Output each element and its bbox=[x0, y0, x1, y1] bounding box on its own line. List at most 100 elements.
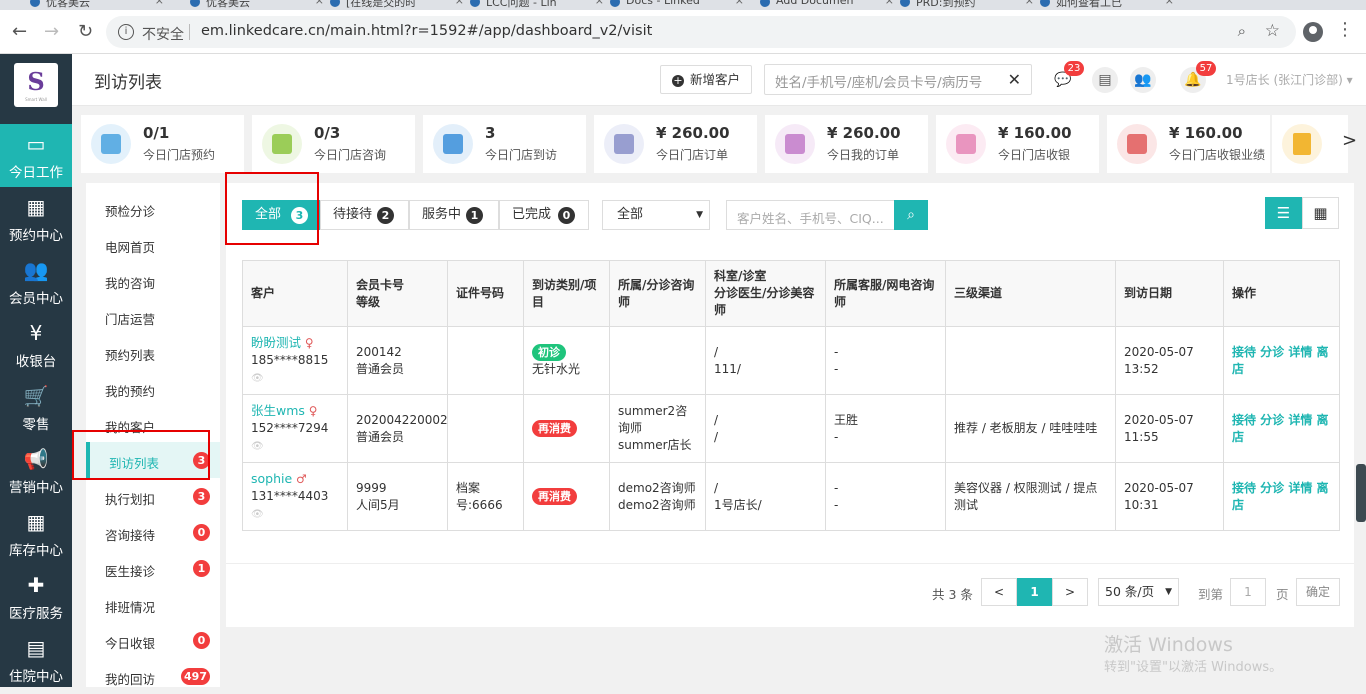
goto-confirm-button[interactable]: 确定 bbox=[1296, 578, 1340, 606]
browser-tab[interactable]: LCC问题 - Lin × bbox=[470, 0, 610, 10]
customer-name-link[interactable]: sophie bbox=[251, 471, 292, 486]
submenu-item[interactable]: 排班情况 bbox=[86, 586, 220, 622]
filter-tab[interactable]: 待接待 2 bbox=[320, 200, 409, 230]
eye-icon[interactable]: 👁 bbox=[251, 373, 264, 384]
submenu-item-label: 咨询接待 bbox=[105, 528, 156, 543]
submenu-item[interactable]: 执行划扣 3 bbox=[86, 478, 220, 514]
browser-tab[interactable]: 优客美云 × bbox=[190, 0, 330, 10]
page-size-select[interactable]: 50 条/页 ▼ bbox=[1098, 578, 1179, 606]
chat-icon[interactable]: 💬 23 bbox=[1050, 61, 1084, 93]
row-actions[interactable]: 接待 分诊 详情 离店 bbox=[1232, 481, 1329, 512]
address-bar[interactable]: i 不安全 em.linkedcare.cn/main.html?r=1592#… bbox=[106, 16, 1296, 48]
submenu-item[interactable]: 预检分诊 bbox=[86, 190, 220, 226]
submenu-item[interactable]: 门店运营 bbox=[86, 298, 220, 334]
sidebar-item-4[interactable]: 🛒 零售 bbox=[0, 376, 72, 439]
bookmark-star-icon[interactable]: ☆ bbox=[1265, 21, 1280, 41]
close-icon[interactable]: × bbox=[735, 0, 744, 7]
table-row[interactable]: 张生wms ♀ 152****7294 👁 202004220002 普通会员 再消费 su… bbox=[242, 394, 1340, 463]
profile-avatar[interactable] bbox=[1303, 22, 1323, 42]
submenu-item[interactable]: 我的预约 bbox=[86, 370, 220, 406]
close-icon[interactable]: × bbox=[315, 0, 324, 7]
back-icon[interactable]: ← bbox=[12, 22, 27, 42]
stat-card[interactable]: 0/3 今日门店咨询 bbox=[252, 115, 415, 173]
scrollbar-handle[interactable] bbox=[1356, 464, 1366, 522]
global-search-input[interactable]: 姓名/手机号/座机/会员卡号/病历号 ✕ bbox=[764, 64, 1032, 95]
browser-tab[interactable]: 如何查看工已 × bbox=[1040, 0, 1180, 10]
browser-tab[interactable]: 优客美云 × bbox=[30, 0, 170, 10]
close-icon[interactable]: × bbox=[155, 0, 164, 7]
browser-tab-title: 优客美云 bbox=[46, 0, 90, 9]
filter-tab[interactable]: 已完成 0 bbox=[499, 200, 589, 230]
submenu-item[interactable]: 医生接诊 1 bbox=[86, 550, 220, 586]
submenu-item[interactable]: 我的回访 497 bbox=[86, 658, 220, 694]
submenu-item[interactable]: 今日收银 0 bbox=[86, 622, 220, 658]
sidebar-item-3[interactable]: ¥ 收银台 bbox=[0, 313, 72, 376]
customer-search-input[interactable]: 客户姓名、手机号、CIQ... bbox=[726, 200, 894, 230]
next-page-button[interactable]: > bbox=[1052, 578, 1088, 606]
stat-card-partial[interactable] bbox=[1272, 115, 1348, 173]
search-button[interactable]: ⌕ bbox=[894, 200, 928, 230]
submenu-item[interactable]: 到访列表 3 bbox=[86, 442, 220, 478]
sidebar-item-6[interactable]: ▦ 库存中心 bbox=[0, 502, 72, 565]
sidebar-item-0[interactable]: ▭ 今日工作 bbox=[0, 124, 72, 187]
url-text[interactable]: em.linkedcare.cn/main.html?r=1592#/app/d… bbox=[201, 23, 652, 39]
member-level: 普通会员 bbox=[356, 361, 405, 376]
eye-icon[interactable]: 👁 bbox=[251, 441, 264, 452]
customer-name-link[interactable]: 盼盼测试 bbox=[251, 335, 301, 350]
zoom-icon[interactable]: ⌕ bbox=[1238, 22, 1246, 40]
forward-icon[interactable]: → bbox=[44, 22, 59, 42]
chrome-menu-icon[interactable]: ⋮ bbox=[1336, 20, 1354, 40]
stat-card[interactable]: ¥ 160.00 今日门店收银业绩 bbox=[1107, 115, 1270, 173]
stat-card[interactable]: ¥ 160.00 今日门店收银 bbox=[936, 115, 1099, 173]
eye-icon[interactable]: 👁 bbox=[251, 509, 264, 520]
goto-page-input[interactable]: 1 bbox=[1230, 578, 1266, 606]
stat-card[interactable]: 0/1 今日门店预约 bbox=[81, 115, 244, 173]
sidebar-item-8[interactable]: ▤ 住院中心 bbox=[0, 628, 72, 691]
filter-tab[interactable]: 全部 3 bbox=[242, 200, 320, 230]
table-cell: 美容仪器 / 权限测试 / 提点测试 bbox=[945, 462, 1116, 531]
prev-page-button[interactable]: < bbox=[981, 578, 1017, 606]
close-icon[interactable]: × bbox=[595, 0, 604, 7]
sidebar-item-5[interactable]: 📢 营销中心 bbox=[0, 439, 72, 502]
stat-card[interactable]: ¥ 260.00 今日门店订单 bbox=[594, 115, 757, 173]
row-actions[interactable]: 接待 分诊 详情 离店 bbox=[1232, 413, 1329, 444]
stat-card[interactable]: 3 今日门店到访 bbox=[423, 115, 586, 173]
row-actions[interactable]: 接待 分诊 详情 离店 bbox=[1232, 345, 1329, 376]
sidebar-item-1[interactable]: ▦ 预约中心 bbox=[0, 187, 72, 250]
browser-tab[interactable]: [在线是交的时 × bbox=[330, 0, 470, 10]
submenu-item[interactable]: 咨询接待 0 bbox=[86, 514, 220, 550]
close-icon[interactable]: × bbox=[885, 0, 894, 7]
browser-tab[interactable]: Docs - Linked × bbox=[610, 0, 750, 10]
bell-icon[interactable]: 🔔 57 bbox=[1180, 61, 1216, 93]
info-icon[interactable]: i bbox=[118, 24, 134, 40]
grid-view-button[interactable]: ▦ bbox=[1302, 197, 1339, 229]
add-customer-button[interactable]: + 新增客户 bbox=[660, 65, 752, 94]
table-row[interactable]: 盼盼测试 ♀ 185****8815 👁 200142 普通会员 初诊 无针水光 / 111/… bbox=[242, 326, 1340, 395]
customer-name-link[interactable]: 张生wms bbox=[251, 403, 305, 418]
page-1-button[interactable]: 1 bbox=[1017, 578, 1052, 606]
sidebar-item-2[interactable]: 👥 会员中心 bbox=[0, 250, 72, 313]
submenu-item[interactable]: 电网首页 bbox=[86, 226, 220, 262]
browser-tab[interactable]: Add Documen × bbox=[760, 0, 900, 10]
clear-icon[interactable]: ✕ bbox=[1008, 70, 1021, 89]
close-icon[interactable]: × bbox=[1165, 0, 1174, 7]
chevron-right-icon[interactable]: > bbox=[1342, 130, 1357, 151]
stat-card[interactable]: ¥ 260.00 今日我的订单 bbox=[765, 115, 928, 173]
submenu-item[interactable]: 预约列表 bbox=[86, 334, 220, 370]
table-row[interactable]: sophie ♂ 131****4403 👁 9999 人间5月 档案号:6666 再消费 d… bbox=[242, 462, 1340, 531]
report-icon[interactable]: ▤ bbox=[1092, 67, 1118, 93]
filter-tab[interactable]: 服务中 1 bbox=[409, 200, 499, 230]
submenu-item[interactable]: 我的咨询 bbox=[86, 262, 220, 298]
users-icon[interactable]: 👥 bbox=[1130, 67, 1156, 93]
close-icon[interactable]: × bbox=[1025, 0, 1034, 7]
visit-type-select[interactable]: 全部 ▼ bbox=[602, 200, 710, 230]
close-icon[interactable]: × bbox=[455, 0, 464, 7]
laptop-icon: ▭ bbox=[26, 132, 46, 156]
count-badge: 2 bbox=[377, 207, 394, 224]
submenu-item[interactable]: 我的客户 bbox=[86, 406, 220, 442]
reload-icon[interactable]: ↻ bbox=[78, 22, 93, 42]
list-view-button[interactable]: ☰ bbox=[1265, 197, 1302, 229]
browser-tab[interactable]: PRD:到预约 × bbox=[900, 0, 1040, 10]
sidebar-item-7[interactable]: ✚ 医疗服务 bbox=[0, 565, 72, 628]
store-user-dropdown[interactable]: 1号店长 (张江门诊部) ▾ bbox=[1226, 71, 1353, 88]
